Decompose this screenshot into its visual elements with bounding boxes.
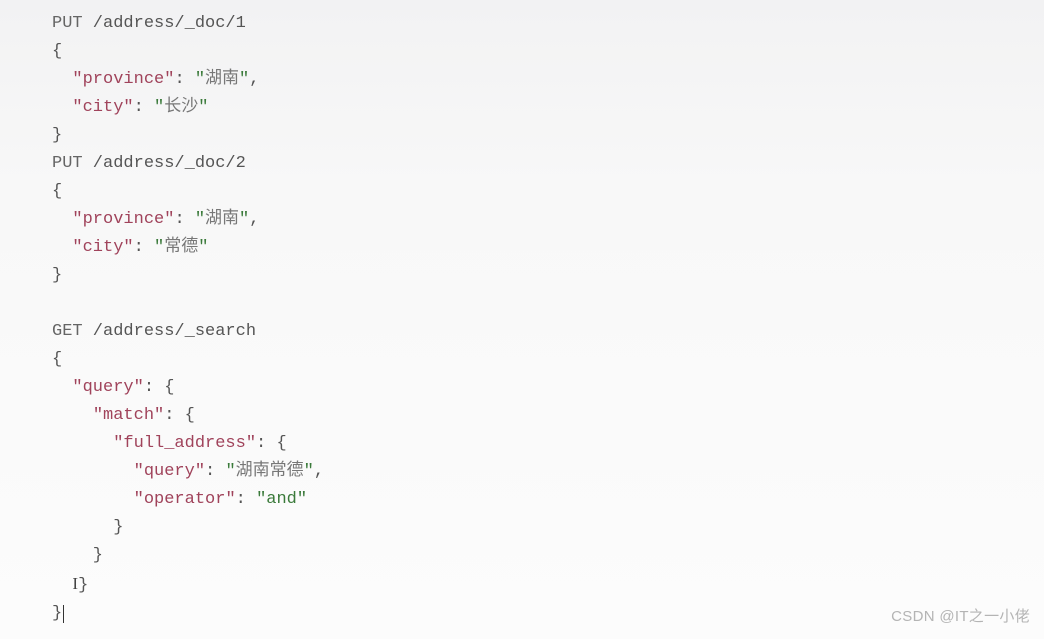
json-key: "query" [72, 378, 143, 397]
code-line: "query": "湖南常德", [52, 458, 1044, 486]
json-value: 湖南常德 [236, 462, 304, 481]
code-line: } [52, 122, 1044, 150]
code-line: } [52, 262, 1044, 290]
url-path: /address/_doc/2 [83, 154, 246, 173]
code-line: } [52, 542, 1044, 570]
code-line: "query": { [52, 374, 1044, 402]
http-method: PUT [52, 154, 83, 173]
url-path: /address/_doc/1 [83, 14, 246, 33]
caret-icon [63, 605, 64, 623]
http-method: PUT [52, 14, 83, 33]
json-key: "city" [72, 238, 133, 257]
json-value: 湖南 [205, 210, 239, 229]
json-key: "city" [72, 98, 133, 117]
json-key: "query" [134, 462, 205, 481]
code-line: "full_address": { [52, 430, 1044, 458]
json-value: 湖南 [205, 70, 239, 89]
code-line: "match": { [52, 402, 1044, 430]
json-key: "province" [72, 210, 174, 229]
code-block: PUT /address/_doc/1 { "province": "湖南", … [0, 0, 1044, 628]
code-line: { [52, 38, 1044, 66]
json-key: "province" [72, 70, 174, 89]
url-path: /address/_search [83, 322, 256, 341]
watermark-text: CSDN @IT之一小佬 [891, 603, 1030, 631]
code-line: "city": "常德" [52, 234, 1044, 262]
code-line: } [52, 514, 1044, 542]
code-line: I} [52, 570, 1044, 600]
code-line: PUT /address/_doc/1 [52, 10, 1044, 38]
code-line: "province": "湖南", [52, 206, 1044, 234]
json-key: "operator" [134, 490, 236, 509]
code-line: { [52, 178, 1044, 206]
json-value: 长沙 [164, 98, 198, 117]
code-line: { [52, 346, 1044, 374]
json-value: "and" [256, 490, 307, 509]
code-line: "operator": "and" [52, 486, 1044, 514]
code-line [52, 290, 1044, 318]
json-key: "full_address" [113, 434, 256, 453]
code-line: "province": "湖南", [52, 66, 1044, 94]
json-key: "match" [93, 406, 164, 425]
code-line: PUT /address/_doc/2 [52, 150, 1044, 178]
code-line: "city": "长沙" [52, 94, 1044, 122]
http-method: GET [52, 322, 83, 341]
code-line: GET /address/_search [52, 318, 1044, 346]
json-value: 常德 [164, 238, 198, 257]
